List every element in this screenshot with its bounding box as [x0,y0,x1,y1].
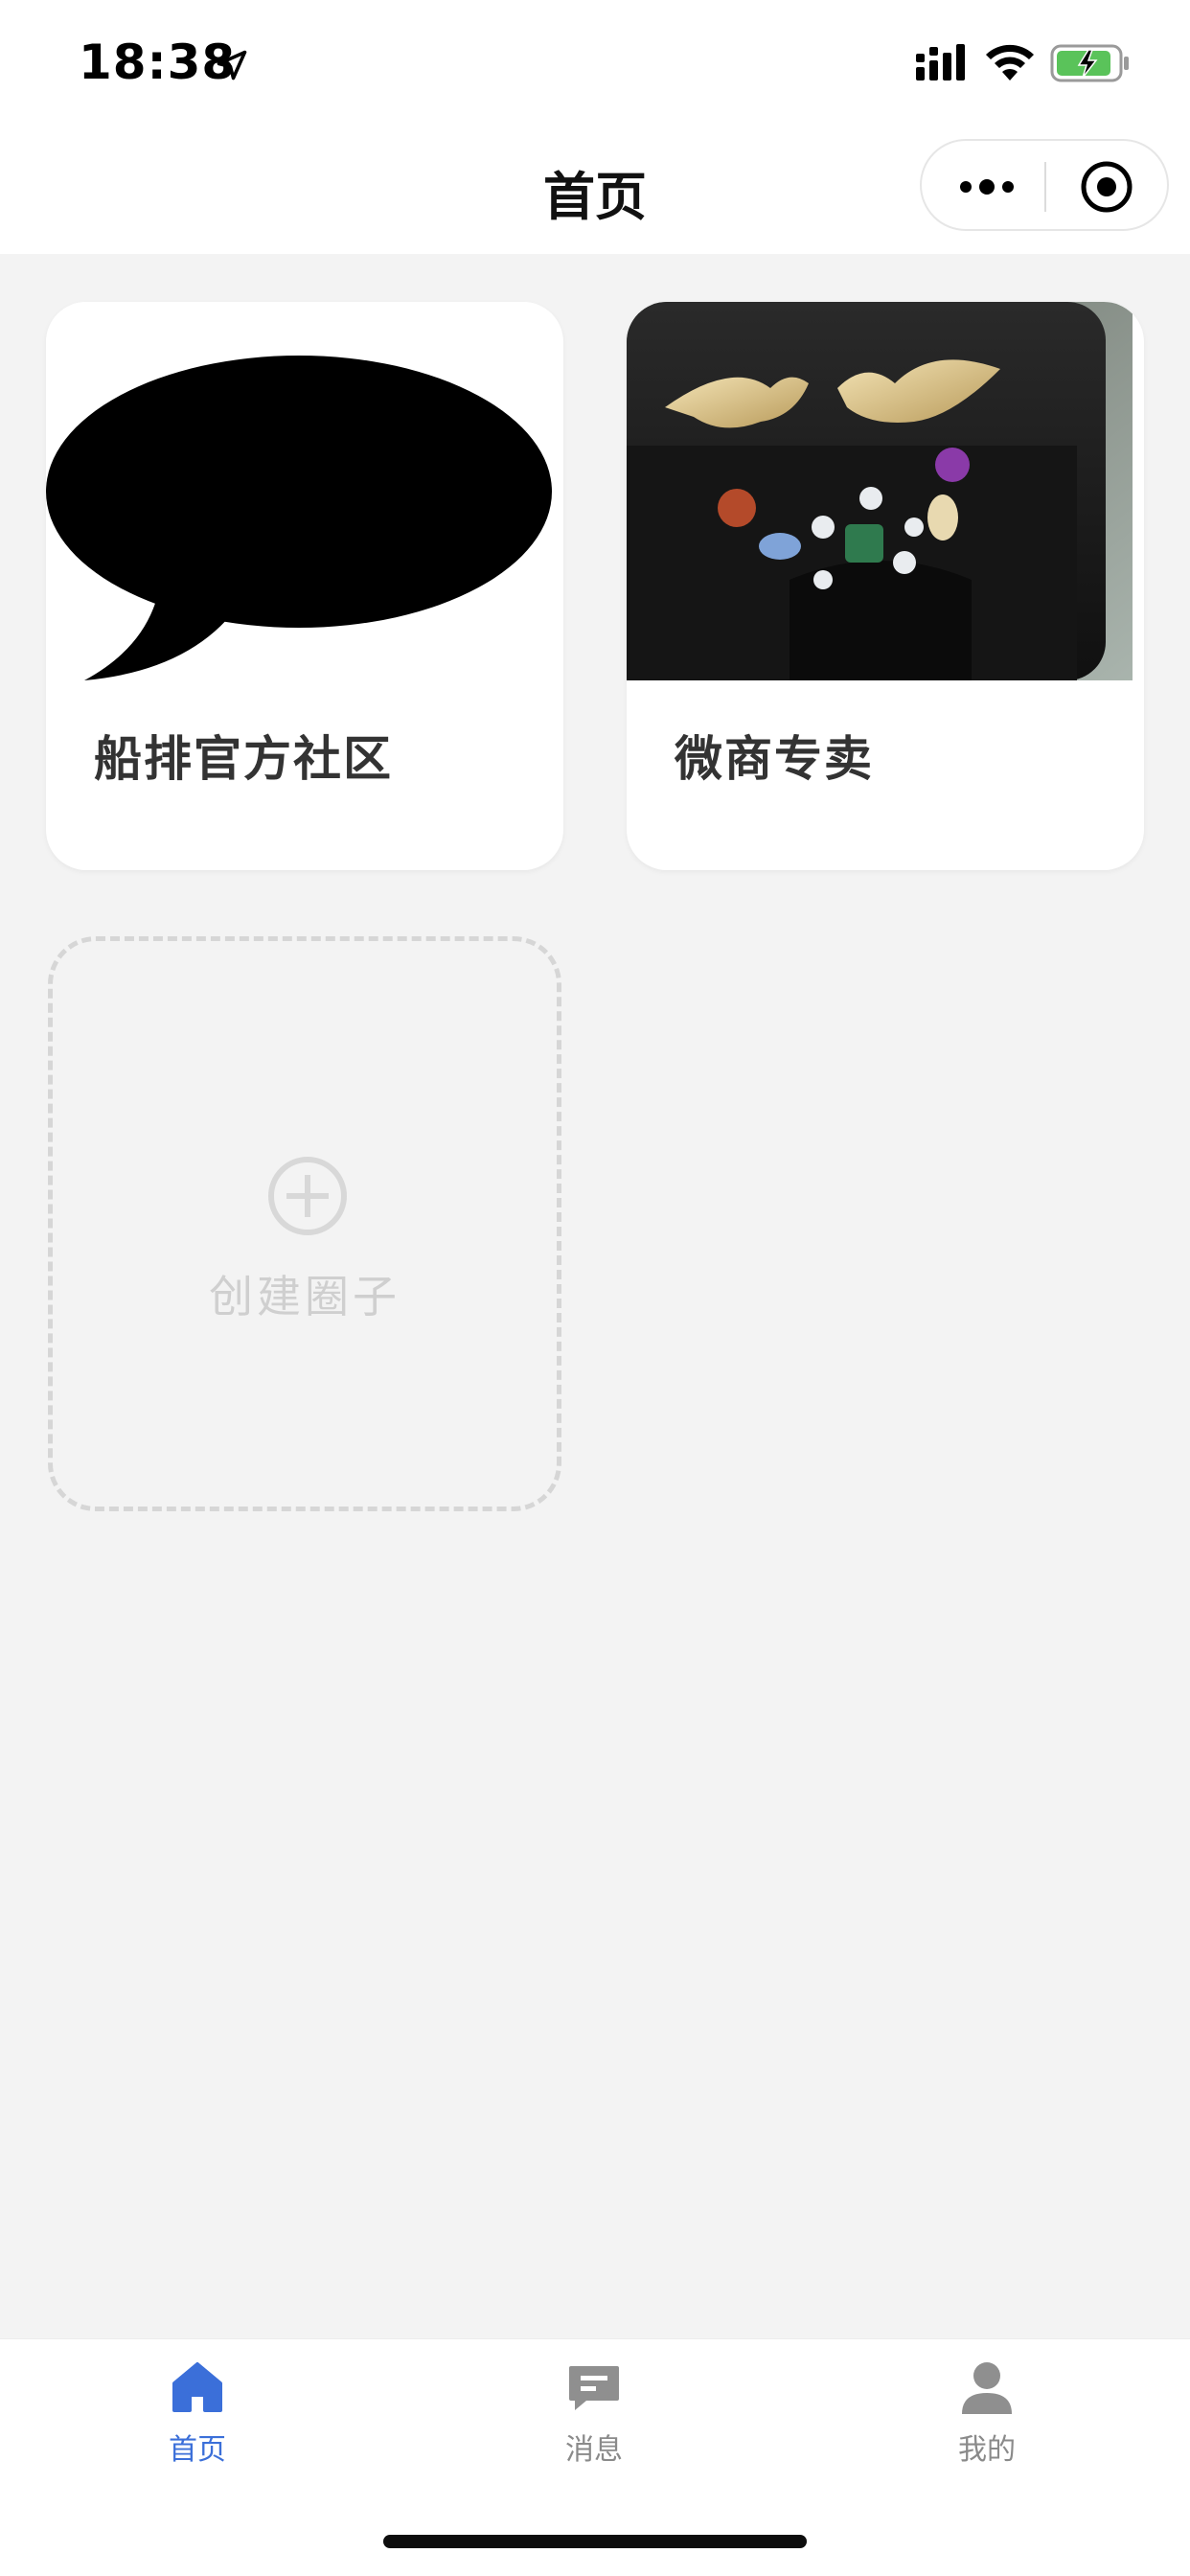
close-target-icon[interactable] [1080,160,1133,214]
tab-home[interactable]: 首页 [102,2358,293,2502]
speech-bubble-image [46,302,552,680]
user-icon [962,2362,1012,2414]
tab-messages-label: 消息 [565,2433,623,2467]
more-dots-icon[interactable] [956,170,1018,204]
tab-messages[interactable]: 消息 [498,2358,690,2502]
card-title: 船排官方社区 [94,731,393,787]
location-arrow-icon [217,50,247,80]
home-indicator[interactable] [383,2535,807,2548]
tab-profile[interactable]: 我的 [891,2358,1083,2502]
cellular-signal-icon [916,44,965,80]
handbag-brooch-photo [627,302,1133,680]
home-icon [172,2362,222,2412]
circle-card-wechat-shop[interactable]: 微商专卖 [627,302,1144,870]
status-bar: 18:38 [0,0,1190,129]
nav-bar: 首页 [0,129,1190,254]
message-icon [569,2366,619,2410]
wifi-icon [986,44,1034,80]
speech-bubble-icon [46,302,552,680]
card-title: 微商专卖 [675,731,874,787]
tab-home-label: 首页 [169,2433,226,2467]
tab-profile-label: 我的 [958,2433,1016,2467]
mini-program-capsule [920,139,1169,231]
battery-charging-icon [1050,44,1129,82]
status-time: 18:38 [79,34,237,90]
circle-card-official[interactable]: 船排官方社区 [46,302,563,870]
plus-circle-icon [268,1157,347,1235]
create-circle-label: 创建圈子 [209,1271,400,1322]
capsule-divider [1044,162,1046,212]
home-page: 18:38 首页 船排官方社区 微商专卖 创建圈子 首页 消息 我的 [0,0,1190,2576]
handbag-photo-icon [627,302,1133,680]
create-circle-button[interactable]: 创建圈子 [48,936,561,1511]
